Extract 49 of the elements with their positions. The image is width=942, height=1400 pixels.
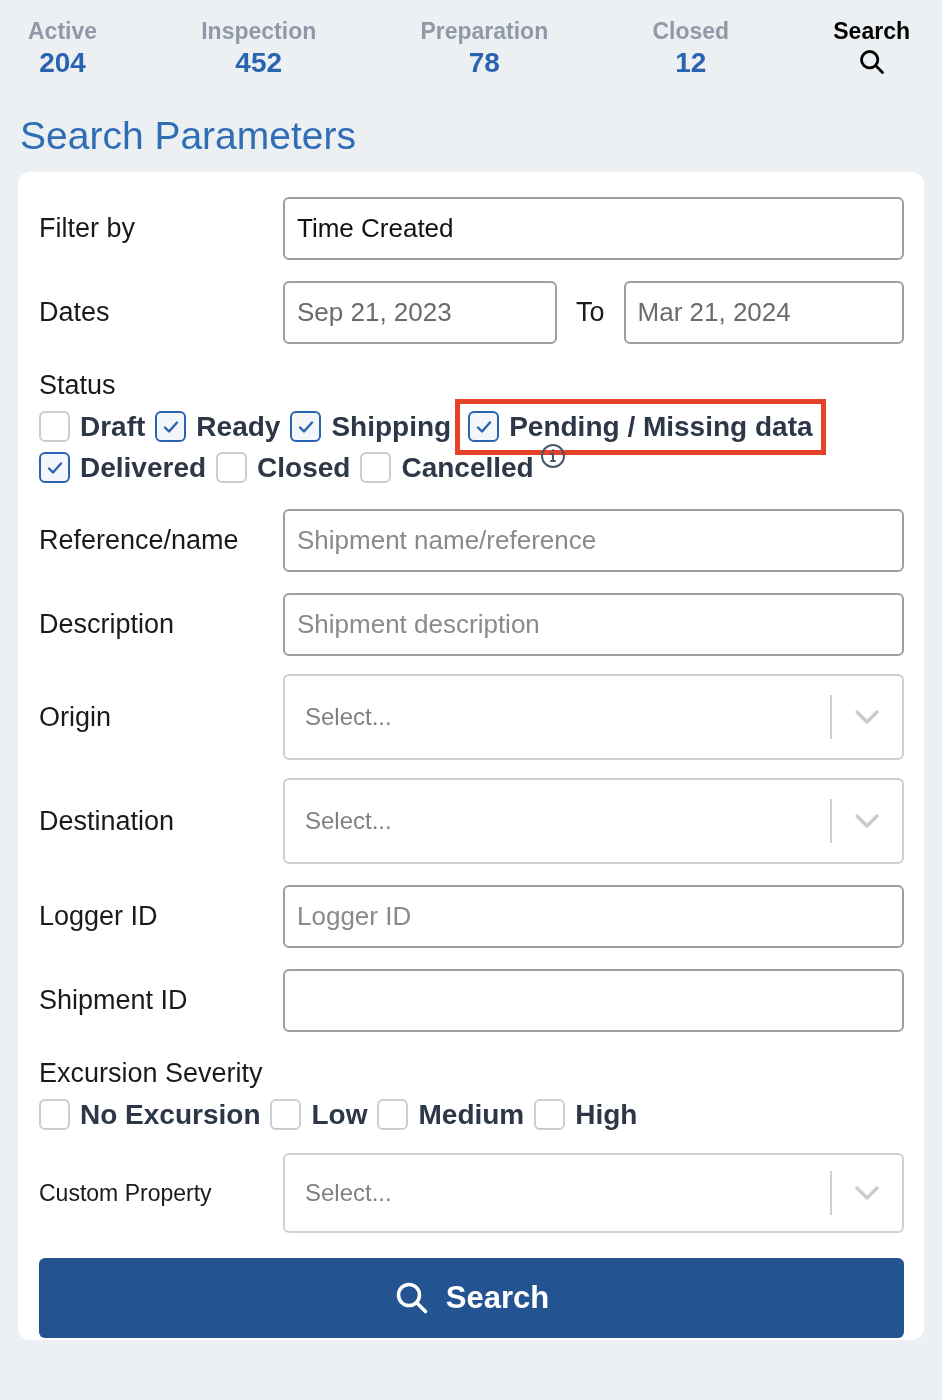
checkbox-label: Medium [418, 1097, 525, 1132]
select-dropdown[interactable]: Select... [283, 674, 904, 760]
input-field[interactable]: Sep 21, 2023 [283, 281, 557, 344]
chevron-down-icon [854, 813, 880, 829]
tab[interactable]: Active 204 [28, 16, 98, 82]
checkbox-label: Low [311, 1097, 368, 1132]
input-field[interactable]: Shipment name/reference [283, 509, 904, 572]
field-label: Filter by [39, 212, 137, 246]
checkbox-label: Draft [80, 409, 146, 444]
search-button[interactable]: Search [39, 1258, 904, 1338]
chevron-down-icon [854, 709, 880, 725]
select-dropdown[interactable]: Select... [283, 1153, 904, 1233]
field-label: Status [39, 369, 117, 402]
checkbox-label: No Excursion [80, 1097, 261, 1132]
checkbox-label: Delivered [80, 450, 207, 485]
tab[interactable]: Search [833, 16, 910, 82]
input-field[interactable]: Time Created [283, 197, 904, 260]
field-label: Description [39, 608, 176, 642]
chevron-down-icon [854, 1185, 880, 1201]
info-icon[interactable] [539, 443, 566, 469]
checkbox[interactable] [290, 411, 322, 442]
field-label: Logger ID [39, 900, 159, 934]
field-label: Shipment ID [39, 984, 189, 1018]
checkbox-label: Ready [196, 409, 281, 444]
field-label: Dates [39, 296, 111, 330]
tab[interactable]: Inspection 452 [201, 16, 317, 82]
checkbox-label: Shipping [331, 409, 452, 444]
input-field[interactable]: Shipment description [283, 593, 904, 656]
checkbox-label: Closed [257, 450, 351, 485]
tab[interactable]: Closed 12 [652, 16, 730, 82]
field-label: Origin [39, 700, 113, 734]
input-field[interactable] [283, 969, 904, 1032]
checkbox-label: High [575, 1097, 638, 1132]
input-field[interactable]: Mar 21, 2024 [623, 281, 904, 344]
checkbox-label: Pending / Missing data [509, 409, 813, 444]
checkbox-label: Cancelled [401, 450, 534, 485]
field-label: Custom Property [39, 1178, 213, 1208]
tab[interactable]: Preparation 78 [420, 16, 549, 82]
checkbox[interactable] [155, 411, 187, 442]
page-title: Search Parameters [20, 114, 356, 158]
field-label: Destination [39, 804, 176, 838]
input-field[interactable]: Logger ID [283, 885, 904, 948]
checkbox[interactable] [468, 411, 500, 442]
range-separator: To [576, 296, 605, 330]
field-label: Reference/name [39, 524, 240, 558]
checkbox[interactable] [39, 452, 70, 483]
field-label: Excursion Severity [39, 1057, 264, 1090]
search-icon [857, 48, 886, 76]
select-dropdown[interactable]: Select... [283, 778, 904, 864]
